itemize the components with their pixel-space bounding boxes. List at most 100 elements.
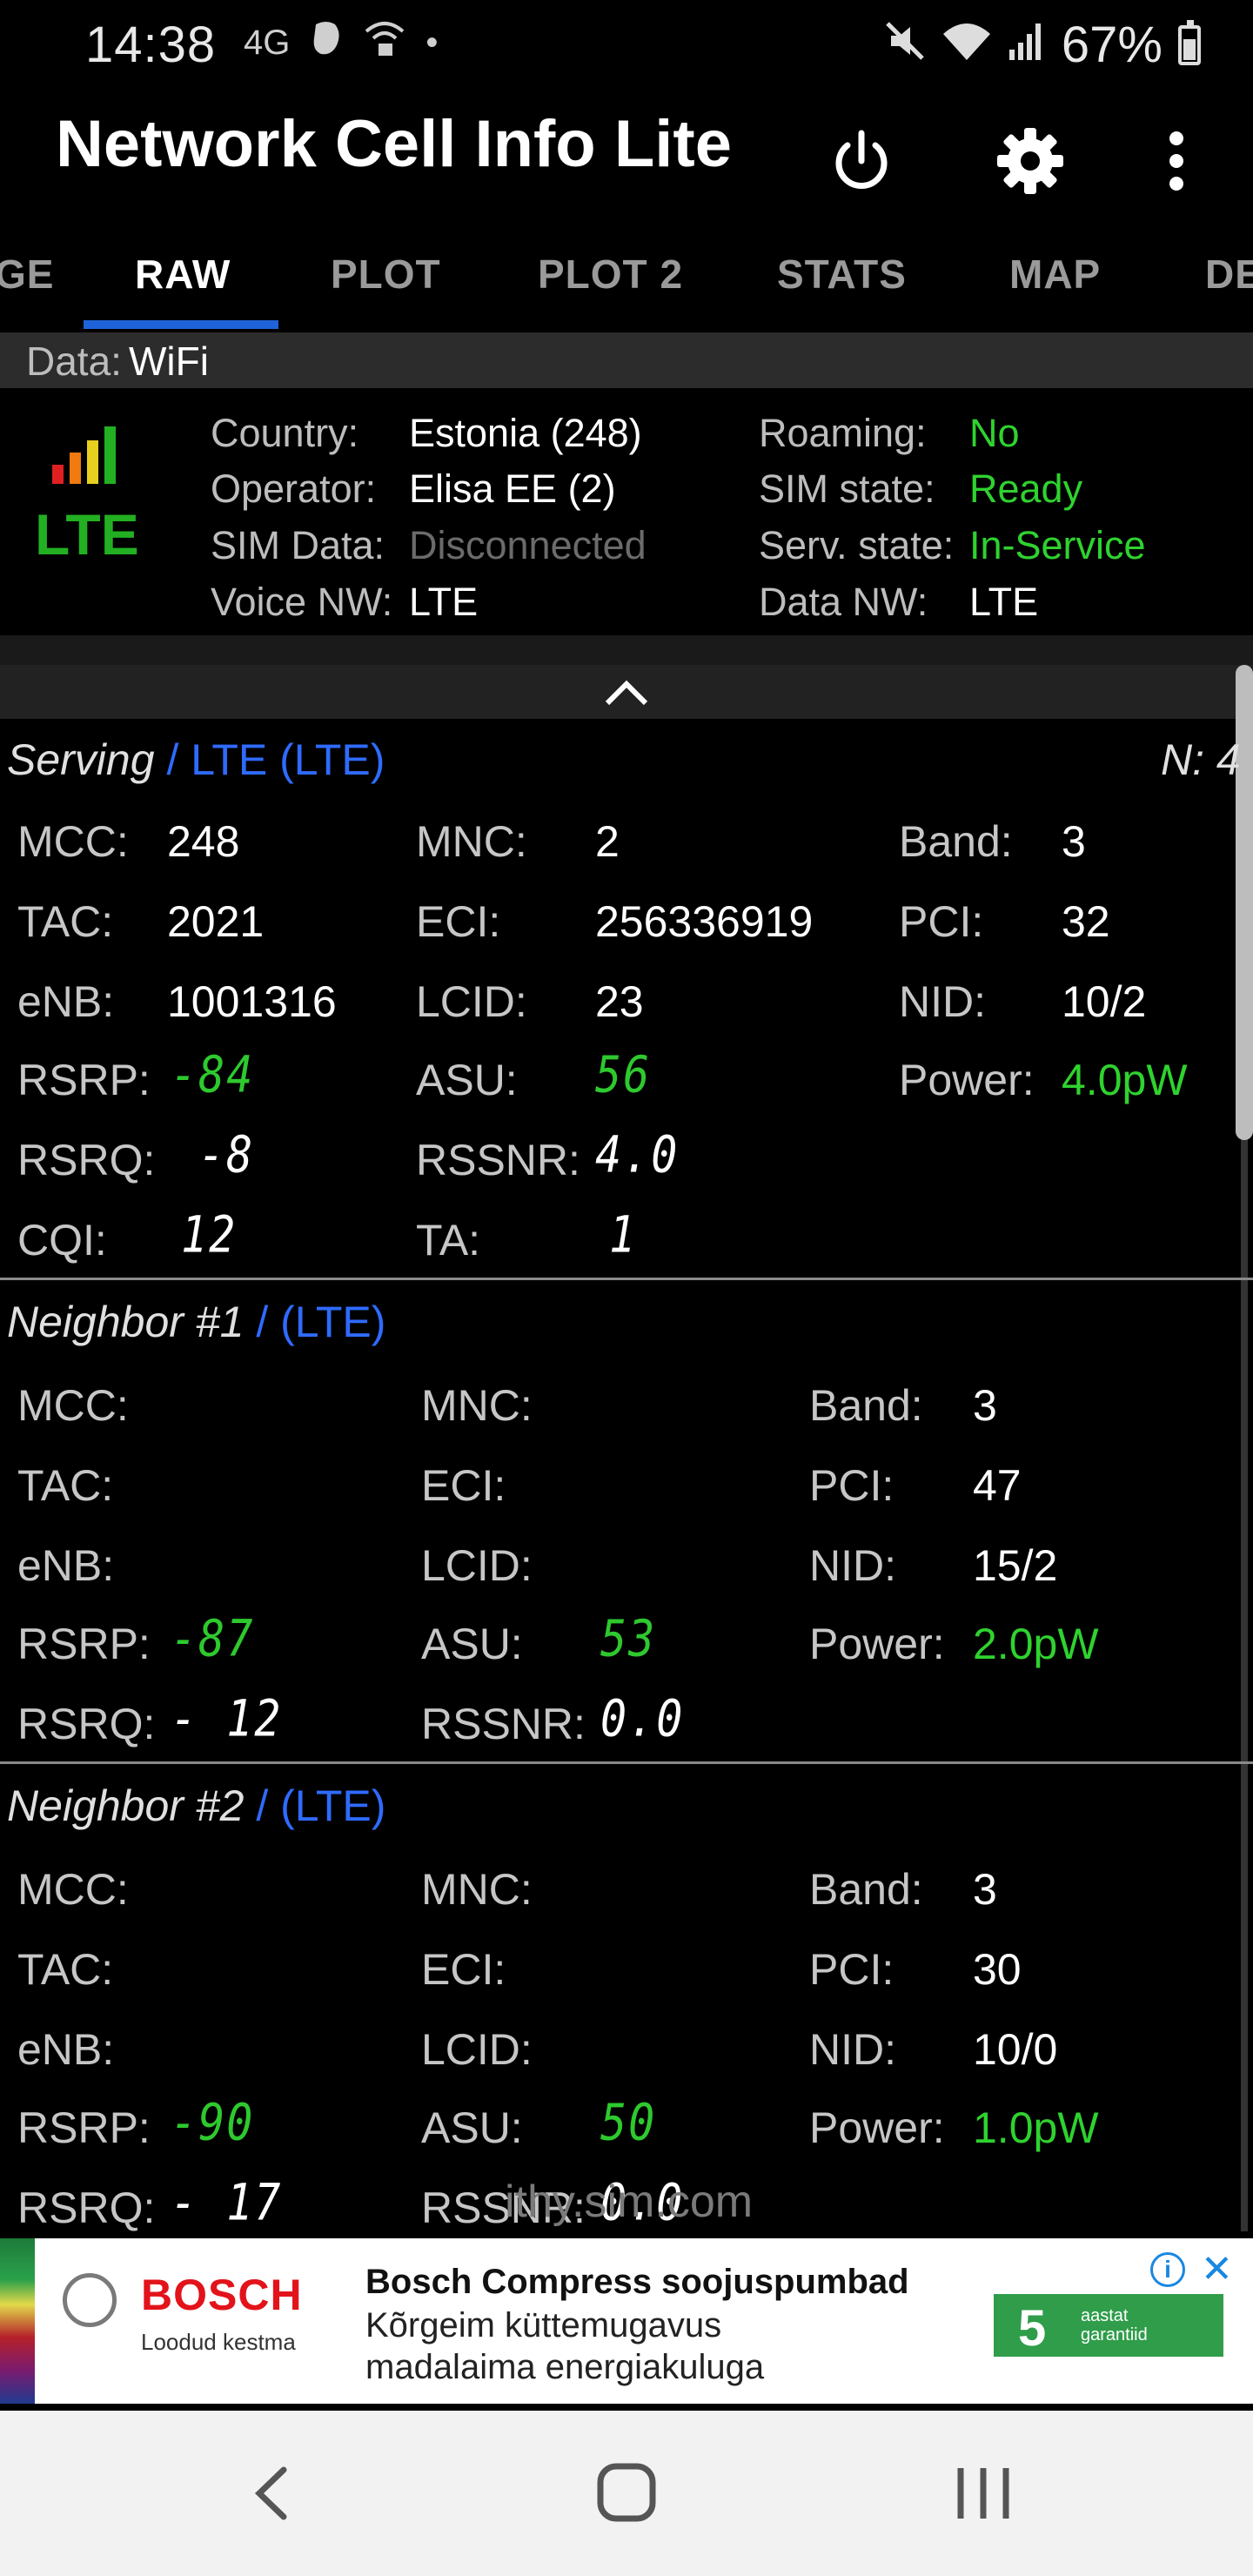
data-connection-bar: Data: WiFi <box>0 332 1253 388</box>
sim-state-label: SIM state: <box>759 466 935 511</box>
home-button[interactable] <box>583 2454 670 2532</box>
ad-close-icon[interactable]: ✕ <box>1201 2247 1233 2291</box>
sim-state-value: Ready <box>969 466 1083 511</box>
badge-text-1: aastat <box>1081 2306 1129 2325</box>
more-options-button[interactable] <box>1133 117 1220 205</box>
mcc-label: MCC: <box>17 1381 129 1430</box>
mnc-label: MNC: <box>421 1865 533 1914</box>
neighbor1-tech: / (LTE) <box>256 1298 386 1346</box>
neighbor2-title: Neighbor #2 <box>7 1781 245 1830</box>
neighbor1-rssnr: 0.0 <box>600 1689 685 1748</box>
power-label: Power: <box>809 1620 945 1668</box>
settings-button[interactable] <box>987 117 1074 205</box>
recents-icon <box>957 2468 1009 2519</box>
eci-label: ECI: <box>421 1945 506 1994</box>
neighbor1-header: Neighbor #1 / (LTE) <box>7 1297 385 1347</box>
power-label: Power: <box>809 2103 945 2152</box>
power-button[interactable] <box>818 117 905 205</box>
rsrp-label: RSRP: <box>17 1056 151 1104</box>
rsrq-label: RSRQ: <box>17 1136 156 1184</box>
neighbor2-rsrp: -90 <box>171 2093 255 2152</box>
serving-header: Serving / LTE (LTE) <box>7 735 385 785</box>
asu-label: ASU: <box>421 1620 523 1668</box>
collapse-toggle[interactable] <box>0 665 1253 719</box>
tab-plot-2[interactable]: PLOT 2 <box>538 251 683 298</box>
battery-percent: 67% <box>1061 17 1163 73</box>
tab-overview[interactable]: GE <box>0 251 54 298</box>
mnc-label: MNC: <box>416 817 527 866</box>
serving-cqi: 12 <box>181 1205 238 1265</box>
neighbor1-rsrq: - 12 <box>171 1689 283 1748</box>
enb-label: eNB: <box>17 2025 115 2074</box>
neighbor2-band: 3 <box>973 1865 997 1914</box>
voice-nw-value: LTE <box>409 580 479 624</box>
tab-plot[interactable]: PLOT <box>331 251 441 298</box>
more-vert-icon <box>1169 131 1183 191</box>
serving-rsrp: -84 <box>171 1045 255 1104</box>
data-value: WiFi <box>129 339 209 384</box>
serving-mnc: 2 <box>595 817 620 866</box>
tab-device[interactable]: DE <box>1205 251 1253 298</box>
section-divider <box>0 1278 1253 1280</box>
asu-label: ASU: <box>421 2103 523 2152</box>
roaming-label: Roaming: <box>759 411 927 455</box>
tac-label: TAC: <box>17 1461 114 1510</box>
data-label: Data: <box>26 339 122 384</box>
wifi-lock-icon <box>363 19 406 66</box>
clock: 14:38 <box>85 17 217 73</box>
gear-icon <box>997 128 1063 194</box>
mcc-label: MCC: <box>17 817 129 866</box>
neighbor2-asu: 50 <box>600 2093 657 2152</box>
serving-tac: 2021 <box>167 897 265 946</box>
country-row: Country: <box>211 411 358 456</box>
system-nav-bar <box>0 2411 1253 2576</box>
cqi-label: CQI: <box>17 1216 107 1265</box>
mcc-label: MCC: <box>17 1865 129 1914</box>
status-left-icons: 4G • <box>244 19 438 66</box>
ad-banner[interactable]: BOSCH Loodud kestma Bosch Compress sooju… <box>0 2238 1253 2404</box>
recents-button[interactable] <box>940 2454 1027 2532</box>
serving-rssnr: 4.0 <box>595 1125 680 1184</box>
serving-mcc: 248 <box>167 817 240 866</box>
asu-label: ASU: <box>416 1056 518 1104</box>
status-bar: 14:38 4G • 67% <box>0 0 1253 87</box>
neighbor2-pci: 30 <box>973 1945 1022 1994</box>
app-title: Network Cell Info Lite <box>56 107 732 181</box>
back-button[interactable] <box>235 2454 313 2532</box>
data-nw-value: LTE <box>969 580 1039 624</box>
battery-icon <box>1178 19 1201 65</box>
ad-info-icon[interactable]: i <box>1150 2252 1185 2287</box>
tab-raw[interactable]: RAW <box>135 251 231 298</box>
network-type-icon: 4G <box>244 23 291 62</box>
serving-eci: 256336919 <box>595 897 814 946</box>
app-bar: Network Cell Info Lite <box>0 87 1253 235</box>
neighbor2-nid: 10/0 <box>973 2025 1058 2074</box>
active-tab-indicator <box>84 320 278 329</box>
lcid-label: LCID: <box>421 1541 533 1590</box>
tab-stats[interactable]: STATS <box>777 251 907 298</box>
enb-label: eNB: <box>17 1541 115 1590</box>
serving-rsrq: -8 <box>198 1125 255 1184</box>
separator <box>0 635 1253 665</box>
neighbor2-rsrq: - 17 <box>171 2173 283 2232</box>
data-nw-label: Data NW: <box>759 580 928 624</box>
lcid-label: LCID: <box>421 2025 533 2074</box>
eci-label: ECI: <box>416 897 501 946</box>
wifi-icon <box>941 16 992 74</box>
serving-band: 3 <box>1062 817 1086 866</box>
tab-map[interactable]: MAP <box>1009 251 1101 298</box>
serving-ta: 1 <box>609 1205 638 1265</box>
serving-enb: 1001316 <box>167 977 337 1026</box>
serving-tech: / LTE (LTE) <box>166 735 385 784</box>
serving-pci: 32 <box>1062 897 1110 946</box>
serving-lcid: 23 <box>595 977 644 1026</box>
country-value: Estonia (248) <box>409 411 642 455</box>
eci-label: ECI: <box>421 1461 506 1510</box>
serving-title: Serving <box>7 735 155 784</box>
neighbor2-tech: / (LTE) <box>256 1781 386 1830</box>
power-label: Power: <box>899 1056 1035 1104</box>
serving-nid: 10/2 <box>1062 977 1147 1026</box>
band-label: Band: <box>809 1865 923 1914</box>
signal-icon <box>1008 16 1046 74</box>
watermark: ithy.sim.com <box>505 2177 754 2227</box>
